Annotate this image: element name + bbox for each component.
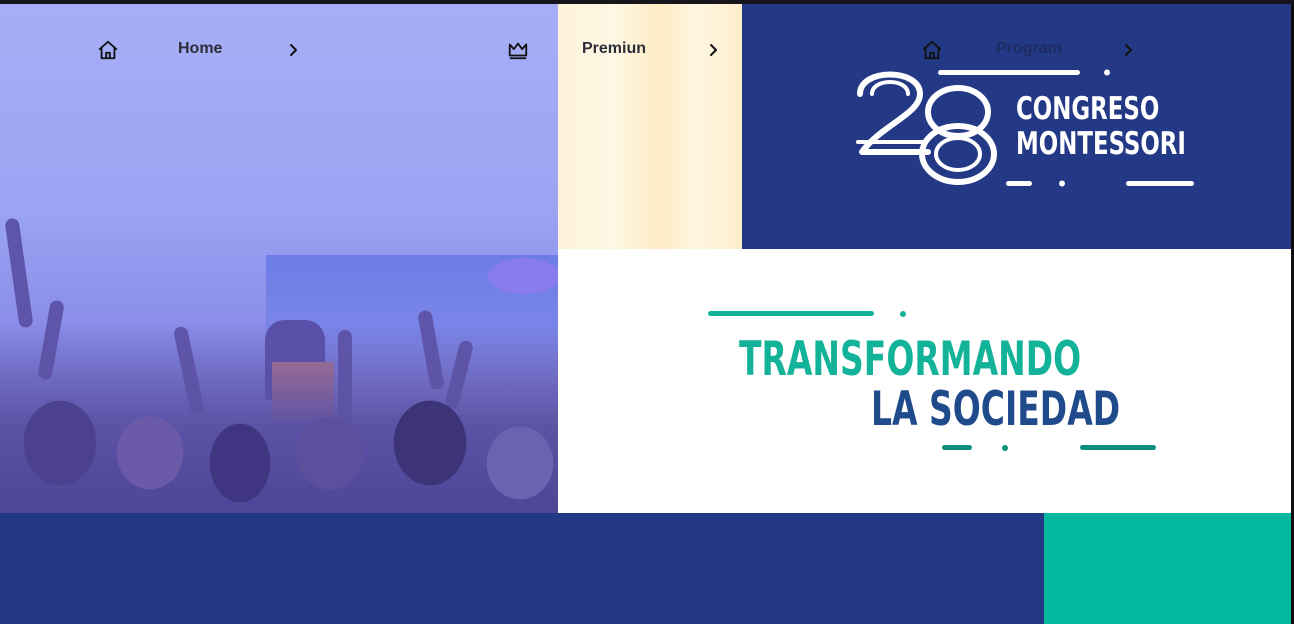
logo-line-1: CONGRESO — [1016, 91, 1160, 127]
footer-teal-block — [1044, 513, 1291, 624]
logo-line-2: MONTESSORI — [1016, 126, 1186, 162]
raised-arm — [4, 217, 34, 329]
tagline-top-dot — [900, 311, 906, 317]
tagline-bottom-bar-long — [1080, 445, 1156, 450]
home-icon — [922, 40, 942, 60]
nav-label-program: Program — [996, 40, 1062, 57]
home-icon — [98, 40, 118, 60]
tagline-line-2: LA SOCIEDAD — [871, 382, 1121, 437]
footer-blue-block — [0, 513, 1044, 624]
nav-label-premium: Premiun — [582, 40, 647, 57]
stage-light — [488, 258, 558, 294]
tagline-bottom-bar — [942, 445, 972, 450]
chevron-right-icon — [1125, 44, 1132, 56]
nav-label-home: Home — [178, 40, 223, 57]
tagline-line-1: TRANSFORMANDO — [739, 332, 1082, 387]
crown-icon — [508, 42, 528, 60]
tagline-bottom-dot — [1002, 445, 1008, 451]
hero-photo — [0, 4, 558, 513]
tagline-top-bar — [708, 311, 874, 316]
audience-crowd — [0, 323, 558, 513]
chevron-right-icon — [290, 44, 297, 56]
chevron-right-icon — [710, 44, 717, 56]
